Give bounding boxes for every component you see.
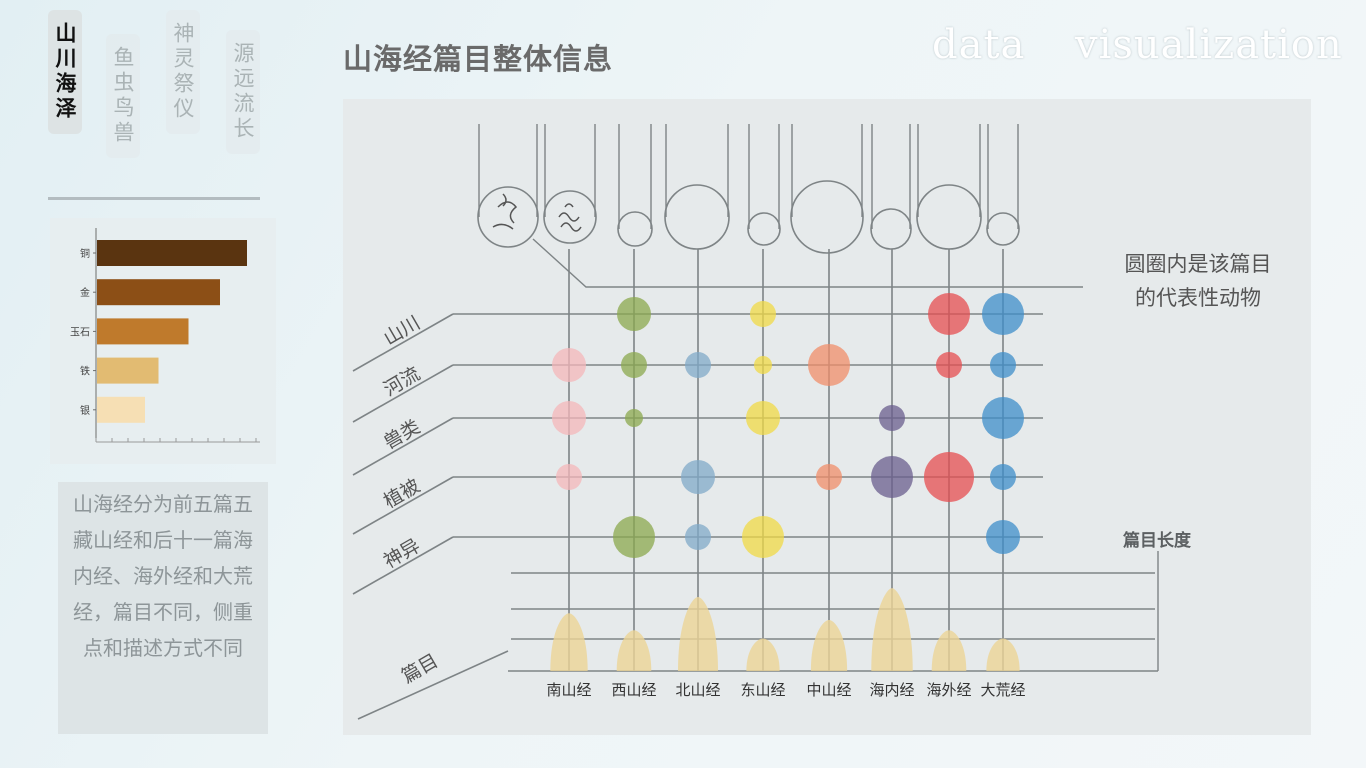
length-shape xyxy=(810,619,848,671)
representative-animal-circle xyxy=(477,186,539,248)
bubble xyxy=(816,464,842,490)
bubble xyxy=(990,464,1016,490)
representative-animal-circle xyxy=(790,180,864,254)
metals-bar-chart: 铜金玉石铁银 xyxy=(50,218,276,464)
x-tick-label: 大荒经 xyxy=(980,681,1025,699)
tab-fish-insects-birds-beasts[interactable]: 鱼虫鸟兽 xyxy=(106,34,140,158)
bubble xyxy=(871,456,913,498)
mini-bar xyxy=(97,396,145,423)
metals-bar-chart-svg: 铜金玉石铁银 xyxy=(70,228,260,443)
bubble xyxy=(613,516,655,558)
swirl-icon xyxy=(492,193,518,230)
length-shape xyxy=(986,638,1020,671)
length-shape xyxy=(616,630,652,671)
bubble xyxy=(552,401,586,435)
bubble xyxy=(754,356,772,374)
length-shape xyxy=(550,613,588,671)
tab-gods-rituals[interactable]: 神灵祭仪 xyxy=(166,10,200,134)
description-text: 山海经分为前五篇五藏山经和后十一篇海内经、海外经和大荒经，篇目不同，侧重点和描述… xyxy=(58,482,268,734)
bubble xyxy=(617,297,651,331)
length-shape xyxy=(678,597,718,671)
row-label: 河流 xyxy=(380,363,424,401)
mini-bar-label: 金 xyxy=(80,286,90,299)
row-label: 山川 xyxy=(380,312,424,350)
representative-animal-circle xyxy=(916,184,982,250)
bubble xyxy=(924,452,974,502)
x-tick-label: 海内经 xyxy=(869,681,914,699)
bubble xyxy=(552,348,586,382)
bubble xyxy=(685,352,711,378)
circle-note-line-2: 的代表性动物 xyxy=(1135,286,1261,310)
bubble xyxy=(621,352,647,378)
row-label: 神异 xyxy=(380,535,424,573)
tab-long-history[interactable]: 源远流长 xyxy=(226,30,260,154)
bubble xyxy=(750,301,776,327)
circle-note-line-1: 圆圈内是该篇目 xyxy=(1125,252,1272,276)
bubble xyxy=(928,293,970,335)
bubble xyxy=(625,409,643,427)
x-axis-label: 篇目 xyxy=(398,650,442,688)
watermark-word-1: data xyxy=(932,22,1026,68)
chart-panel: 山川河流兽类植被神异篇目 篇目长度 圆圈内是该篇目 的代表性动物南山经 西山经 北山经 东山… xyxy=(343,99,1311,735)
bubble xyxy=(556,464,582,490)
bubble xyxy=(986,520,1020,554)
x-tick-label: 北山经 xyxy=(675,681,720,699)
representative-animal-circle xyxy=(870,208,912,250)
bubble xyxy=(681,460,715,494)
representative-animal-circle xyxy=(664,184,730,250)
x-tick-label: 南山经 xyxy=(546,681,591,699)
mini-bar xyxy=(97,240,247,266)
mini-bar-label: 铜 xyxy=(80,248,90,260)
bubble xyxy=(936,352,962,378)
bubble xyxy=(982,293,1024,335)
bubble xyxy=(746,401,780,435)
mini-bar-label: 银 xyxy=(80,404,90,417)
representative-animal-circle xyxy=(747,212,781,246)
bubble xyxy=(982,397,1024,439)
note-pointer-line xyxy=(532,238,1083,288)
bubble xyxy=(808,344,850,386)
bubble xyxy=(990,352,1016,378)
length-label: 篇目长度 xyxy=(1122,530,1192,551)
representative-animal-circle xyxy=(617,211,653,247)
x-tick-label: 东山经 xyxy=(740,681,785,699)
length-shape xyxy=(871,588,913,671)
representative-animal-circle xyxy=(986,212,1020,246)
mini-bar xyxy=(97,318,189,345)
mini-bar-label: 玉石 xyxy=(70,327,90,338)
representative-animal-circle xyxy=(543,190,597,244)
row-label: 兽类 xyxy=(380,416,424,454)
mini-bar-label: 铁 xyxy=(80,365,90,378)
wave-icon xyxy=(558,203,582,232)
page-title: 山海经篇目整体信息 xyxy=(343,42,614,76)
mini-bar xyxy=(97,279,220,306)
watermark-word-2: visualization xyxy=(1075,22,1343,68)
tab-mountains-rivers[interactable]: 山川海泽 xyxy=(48,10,82,134)
bubble xyxy=(742,516,784,558)
length-shape xyxy=(746,638,780,671)
bubble xyxy=(879,405,905,431)
length-shape xyxy=(931,630,967,671)
bubble xyxy=(685,524,711,550)
bubble-chart-svg: 山川河流兽类植被神异篇目 篇目长度 圆圈内是该篇目的代表性动物南山经 西山经 北山经 东山… xyxy=(352,124,1272,720)
x-tick-label: 西山经 xyxy=(611,681,656,699)
x-tick-label: 海外经 xyxy=(926,681,971,699)
mini-bar xyxy=(97,357,159,384)
row-label: 植被 xyxy=(380,475,424,513)
x-tick-label: 中山经 xyxy=(806,681,851,699)
sidebar-divider xyxy=(48,197,260,200)
